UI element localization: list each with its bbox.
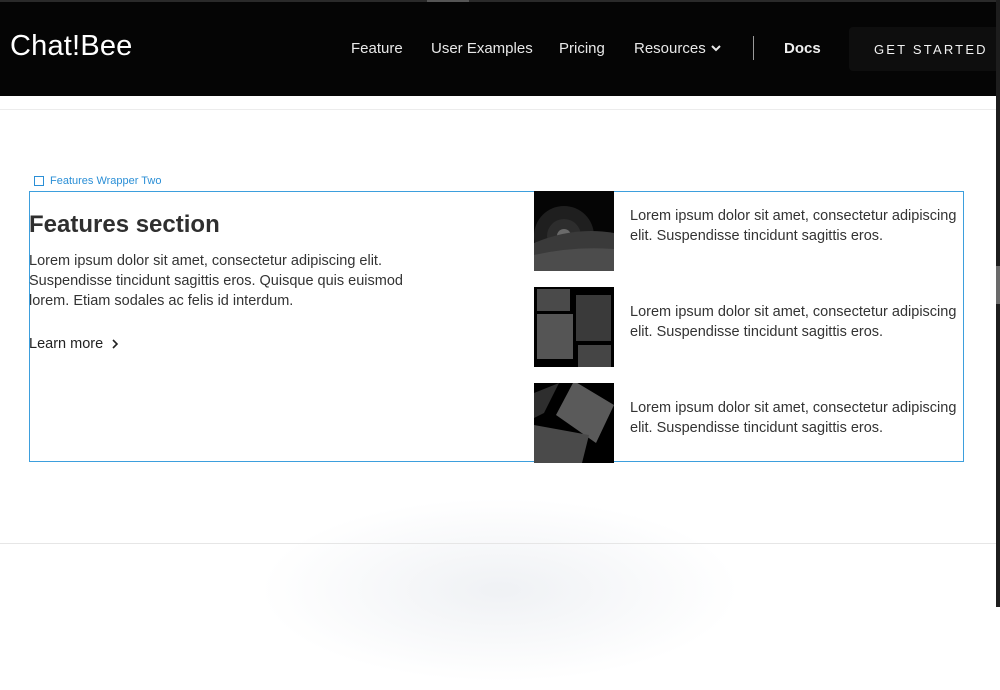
feature-image-1 bbox=[534, 191, 614, 271]
photos-placeholder-icon bbox=[534, 383, 614, 463]
nav-link-docs[interactable]: Docs bbox=[784, 40, 821, 57]
selection-label-text: Features Wrapper Two bbox=[50, 175, 162, 187]
chevron-right-icon bbox=[112, 339, 119, 349]
learn-more-link[interactable]: Learn more bbox=[29, 336, 119, 352]
nav-link-resources[interactable]: Resources bbox=[634, 40, 706, 57]
section-divider-top bbox=[0, 109, 996, 110]
selection-label[interactable]: Features Wrapper Two bbox=[34, 175, 161, 187]
feature-item-text-2: Lorem ipsum dolor sit amet, consectetur … bbox=[630, 304, 957, 340]
navbar: Chat!Bee Feature User Examples Pricing R… bbox=[0, 2, 1000, 96]
features-title: Features section bbox=[29, 211, 220, 238]
feature-item-text-3: Lorem ipsum dolor sit amet, consectetur … bbox=[630, 400, 957, 436]
chevron-down-icon[interactable] bbox=[710, 42, 722, 54]
nav-link-pricing[interactable]: Pricing bbox=[559, 40, 605, 57]
feature-item-text-1: Lorem ipsum dolor sit amet, consectetur … bbox=[630, 208, 957, 244]
nav-link-user-examples[interactable]: User Examples bbox=[431, 40, 533, 57]
nav-divider bbox=[753, 36, 754, 60]
background-glow bbox=[240, 490, 760, 690]
features-description: Lorem ipsum dolor sit amet, consectetur … bbox=[29, 253, 403, 309]
scrollbar-thumb[interactable] bbox=[996, 266, 1000, 304]
nav-link-feature[interactable]: Feature bbox=[351, 40, 403, 57]
feature-image-2 bbox=[534, 287, 614, 367]
section-divider-bottom bbox=[0, 543, 996, 544]
get-started-button[interactable]: GET STARTED bbox=[849, 27, 1000, 71]
gallery-placeholder-icon bbox=[534, 287, 614, 367]
image-placeholder-icon bbox=[534, 191, 614, 271]
feature-image-3 bbox=[534, 383, 614, 463]
element-box-icon bbox=[34, 176, 44, 186]
brand-logo[interactable]: Chat!Bee bbox=[10, 30, 133, 63]
learn-more-label: Learn more bbox=[29, 336, 104, 352]
